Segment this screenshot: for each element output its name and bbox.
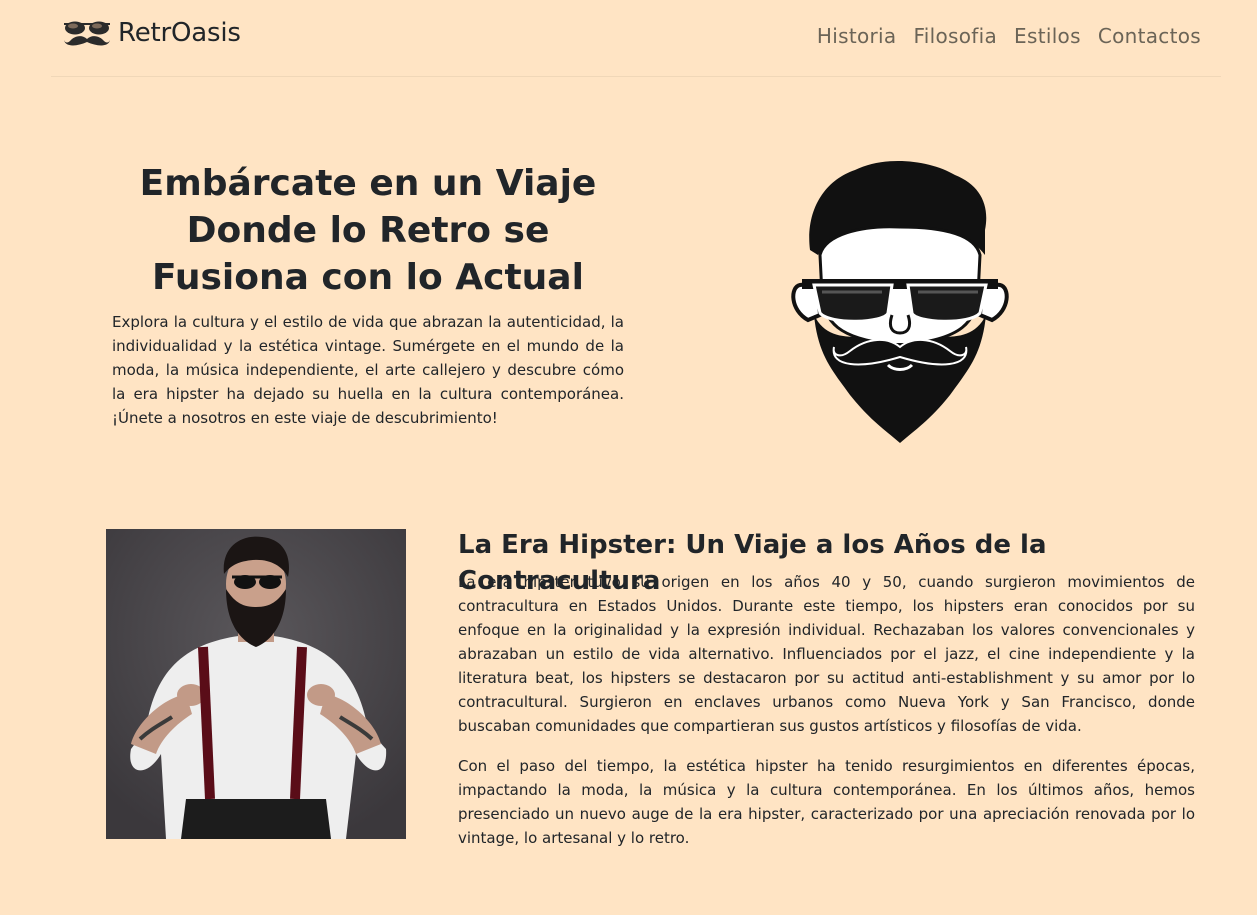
nav-link-estilos[interactable]: Estilos <box>1014 24 1081 48</box>
hero-title: Embárcate en un Viaje Donde lo Retro se … <box>139 163 597 298</box>
section-paragraph-1: La era hipster tuvo su origen en los año… <box>458 573 1195 735</box>
sunglasses-mustache-icon <box>64 21 110 46</box>
navbar: RetrOasis Historia Filosofia Estilos Con… <box>51 0 1221 77</box>
hipster-man-photo <box>106 529 406 839</box>
nav-menu: Historia Filosofia Estilos Contactos <box>817 24 1201 48</box>
brand-link[interactable]: RetrOasis <box>62 15 241 51</box>
hipster-man-illustration <box>106 529 406 839</box>
nav-link-historia[interactable]: Historia <box>817 24 897 48</box>
nav-link-contactos[interactable]: Contactos <box>1098 24 1201 48</box>
hero-description: Explora la cultura y el estilo de vida q… <box>112 313 624 427</box>
brand-name: RetrOasis <box>118 18 241 48</box>
bearded-hipster-face-icon <box>791 160 1009 443</box>
section-paragraph-2: Con el paso del tiempo, la estética hips… <box>458 757 1195 847</box>
nav-link-filosofia[interactable]: Filosofia <box>913 24 997 48</box>
